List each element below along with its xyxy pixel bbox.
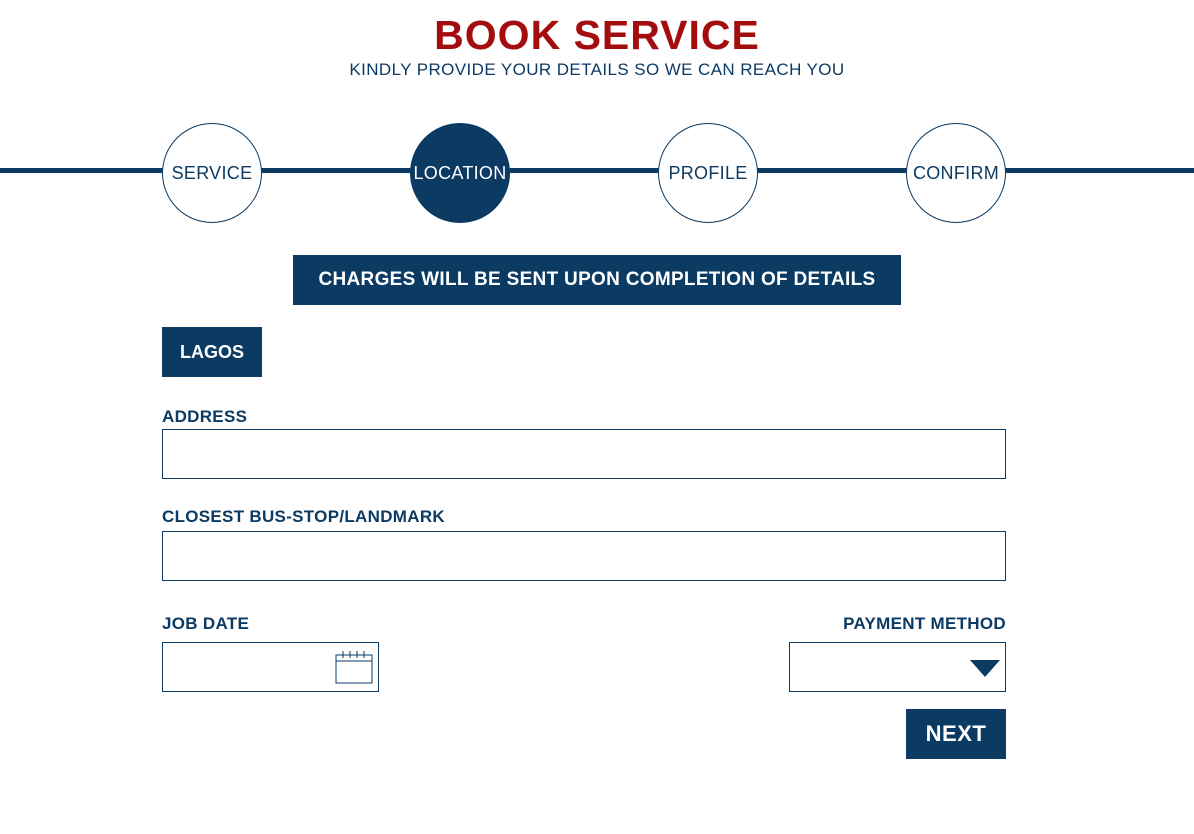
step-label: SERVICE bbox=[171, 162, 253, 183]
step-label: PROFILE bbox=[668, 162, 748, 183]
charges-notice-banner: CHARGES WILL BE SENT UPON COMPLETION OF … bbox=[293, 255, 901, 305]
address-input[interactable] bbox=[162, 429, 1006, 479]
page-subtitle: KINDLY PROVIDE YOUR DETAILS SO WE CAN RE… bbox=[349, 60, 845, 79]
city-button-lagos[interactable]: LAGOS bbox=[162, 327, 262, 377]
page-title: BOOK SERVICE bbox=[434, 12, 760, 58]
calendar-icon[interactable] bbox=[335, 650, 373, 684]
step-label: LOCATION bbox=[413, 162, 507, 183]
step-service[interactable]: SERVICE bbox=[162, 123, 262, 223]
job-date-input[interactable] bbox=[163, 643, 328, 691]
next-button[interactable]: NEXT bbox=[906, 709, 1006, 759]
payment-method-label: PAYMENT METHOD bbox=[843, 614, 1006, 633]
step-confirm[interactable]: CONFIRM bbox=[906, 123, 1006, 223]
payment-method-select[interactable] bbox=[789, 642, 1006, 692]
city-label: LAGOS bbox=[179, 341, 244, 362]
next-button-label: NEXT bbox=[925, 721, 987, 746]
banner-text: CHARGES WILL BE SENT UPON COMPLETION OF … bbox=[318, 269, 876, 290]
job-date-field[interactable] bbox=[162, 642, 379, 692]
step-label: CONFIRM bbox=[912, 162, 1000, 183]
landmark-label: CLOSEST BUS-STOP/LANDMARK bbox=[162, 507, 445, 526]
book-service-page: BOOK SERVICE KINDLY PROVIDE YOUR DETAILS… bbox=[0, 0, 1194, 834]
step-location[interactable]: LOCATION bbox=[410, 123, 510, 223]
address-label: ADDRESS bbox=[162, 407, 248, 426]
chevron-down-icon bbox=[970, 660, 1000, 677]
landmark-input[interactable] bbox=[162, 531, 1006, 581]
step-profile[interactable]: PROFILE bbox=[658, 123, 758, 223]
job-date-label: JOB DATE bbox=[162, 614, 250, 633]
